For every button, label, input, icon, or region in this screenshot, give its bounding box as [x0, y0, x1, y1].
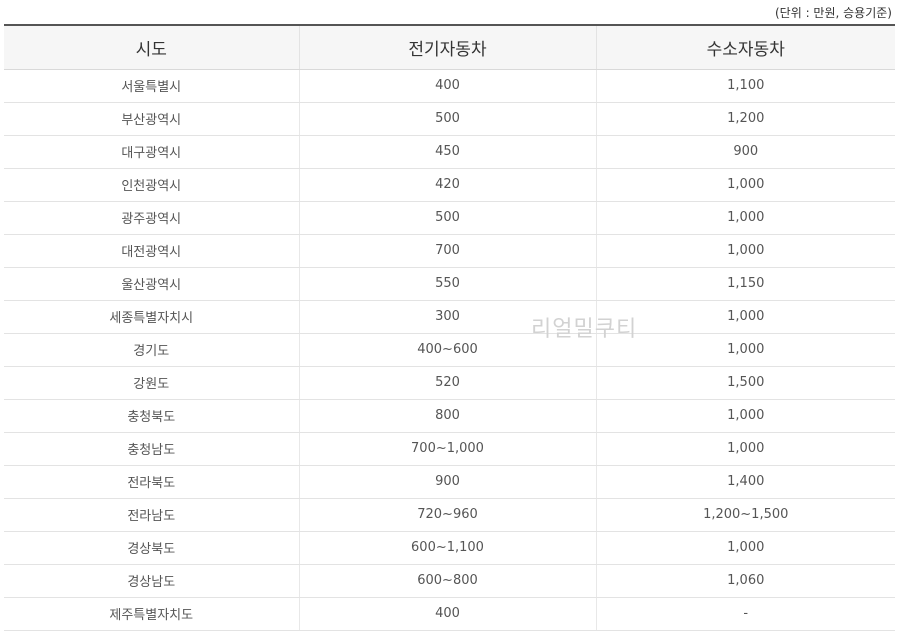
electric-vehicle-cell: 600~800	[298, 564, 596, 598]
electric-vehicle-cell: 900	[298, 465, 596, 499]
table-body: 서울특별시 400 1,100 부산광역시 500 1,200 대구광역시 450 900 인천광…	[4, 69, 895, 631]
table-row: 충청남도 700~1,000 1,000	[4, 432, 895, 466]
electric-vehicle-cell: 800	[298, 399, 596, 433]
region-cell: 경기도	[4, 333, 299, 367]
hydrogen-vehicle-cell: 1,000	[595, 399, 895, 433]
electric-vehicle-cell: 700	[298, 234, 596, 268]
electric-vehicle-cell: 550	[298, 267, 596, 301]
table-row: 부산광역시 500 1,200	[4, 102, 895, 136]
hydrogen-vehicle-cell: 1,000	[595, 300, 895, 334]
hydrogen-vehicle-cell: 1,500	[595, 366, 895, 400]
electric-vehicle-cell: 300	[298, 300, 596, 334]
table-row: 전라북도 900 1,400	[4, 465, 895, 499]
header-hydrogen-vehicle: 수소자동차	[595, 24, 895, 70]
electric-vehicle-cell: 500	[298, 201, 596, 235]
hydrogen-vehicle-cell: 1,000	[595, 531, 895, 565]
electric-vehicle-cell: 420	[298, 168, 596, 202]
hydrogen-vehicle-cell: 1,000	[595, 234, 895, 268]
table-row: 대전광역시 700 1,000	[4, 234, 895, 268]
subsidy-table: 시도 전기자동차 수소자동차 서울특별시 400 1,100 부산광역시 500 1,20…	[4, 24, 895, 631]
table-header: 시도 전기자동차 수소자동차	[4, 24, 895, 70]
electric-vehicle-cell: 720~960	[298, 498, 596, 532]
electric-vehicle-cell: 600~1,100	[298, 531, 596, 565]
table-row: 경상남도 600~800 1,060	[4, 564, 895, 598]
hydrogen-vehicle-cell: 900	[595, 135, 895, 169]
hydrogen-vehicle-cell: 1,200~1,500	[595, 498, 895, 532]
electric-vehicle-cell: 520	[298, 366, 596, 400]
table-row: 경상북도 600~1,100 1,000	[4, 531, 895, 565]
region-cell: 전라북도	[4, 465, 299, 499]
hydrogen-vehicle-cell: 1,000	[595, 201, 895, 235]
region-cell: 서울특별시	[4, 69, 299, 103]
region-cell: 세종특별자치시	[4, 300, 299, 334]
region-cell: 경상남도	[4, 564, 299, 598]
region-cell: 부산광역시	[4, 102, 299, 136]
table-row: 울산광역시 550 1,150	[4, 267, 895, 301]
region-cell: 제주특별자치도	[4, 597, 299, 631]
hydrogen-vehicle-cell: 1,060	[595, 564, 895, 598]
hydrogen-vehicle-cell: 1,150	[595, 267, 895, 301]
table-row: 충청북도 800 1,000	[4, 399, 895, 433]
hydrogen-vehicle-cell: -	[595, 597, 895, 631]
table-row: 전라남도 720~960 1,200~1,500	[4, 498, 895, 532]
region-cell: 충청남도	[4, 432, 299, 466]
header-region: 시도	[4, 24, 299, 70]
region-cell: 경상북도	[4, 531, 299, 565]
hydrogen-vehicle-cell: 1,000	[595, 168, 895, 202]
electric-vehicle-cell: 400~600	[298, 333, 596, 367]
electric-vehicle-cell: 400	[298, 69, 596, 103]
hydrogen-vehicle-cell: 1,000	[595, 432, 895, 466]
hydrogen-vehicle-cell: 1,000	[595, 333, 895, 367]
region-cell: 광주광역시	[4, 201, 299, 235]
header-row: 시도 전기자동차 수소자동차	[4, 24, 895, 70]
electric-vehicle-cell: 700~1,000	[298, 432, 596, 466]
region-cell: 인천광역시	[4, 168, 299, 202]
electric-vehicle-cell: 400	[298, 597, 596, 631]
subsidy-table-container: 시도 전기자동차 수소자동차 서울특별시 400 1,100 부산광역시 500 1,20…	[4, 24, 895, 631]
table-row: 제주특별자치도 400-	[4, 597, 895, 631]
region-cell: 대전광역시	[4, 234, 299, 268]
hydrogen-vehicle-cell: 1,400	[595, 465, 895, 499]
electric-vehicle-cell: 450	[298, 135, 596, 169]
table-row: 세종특별자치시 300 1,000	[4, 300, 895, 334]
table-row: 경기도 400~600 1,000	[4, 333, 895, 367]
electric-vehicle-cell: 500	[298, 102, 596, 136]
region-cell: 강원도	[4, 366, 299, 400]
hydrogen-vehicle-cell: 1,200	[595, 102, 895, 136]
header-electric-vehicle: 전기자동차	[298, 24, 596, 70]
table-row: 광주광역시 500 1,000	[4, 201, 895, 235]
hydrogen-vehicle-cell: 1,100	[595, 69, 895, 103]
table-row: 강원도 520 1,500	[4, 366, 895, 400]
region-cell: 대구광역시	[4, 135, 299, 169]
unit-note: (단위 : 만원, 승용기준)	[775, 6, 892, 20]
table-row: 대구광역시 450 900	[4, 135, 895, 169]
region-cell: 충청북도	[4, 399, 299, 433]
table-row: 서울특별시 400 1,100	[4, 69, 895, 103]
table-row: 인천광역시 420 1,000	[4, 168, 895, 202]
region-cell: 전라남도	[4, 498, 299, 532]
region-cell: 울산광역시	[4, 267, 299, 301]
